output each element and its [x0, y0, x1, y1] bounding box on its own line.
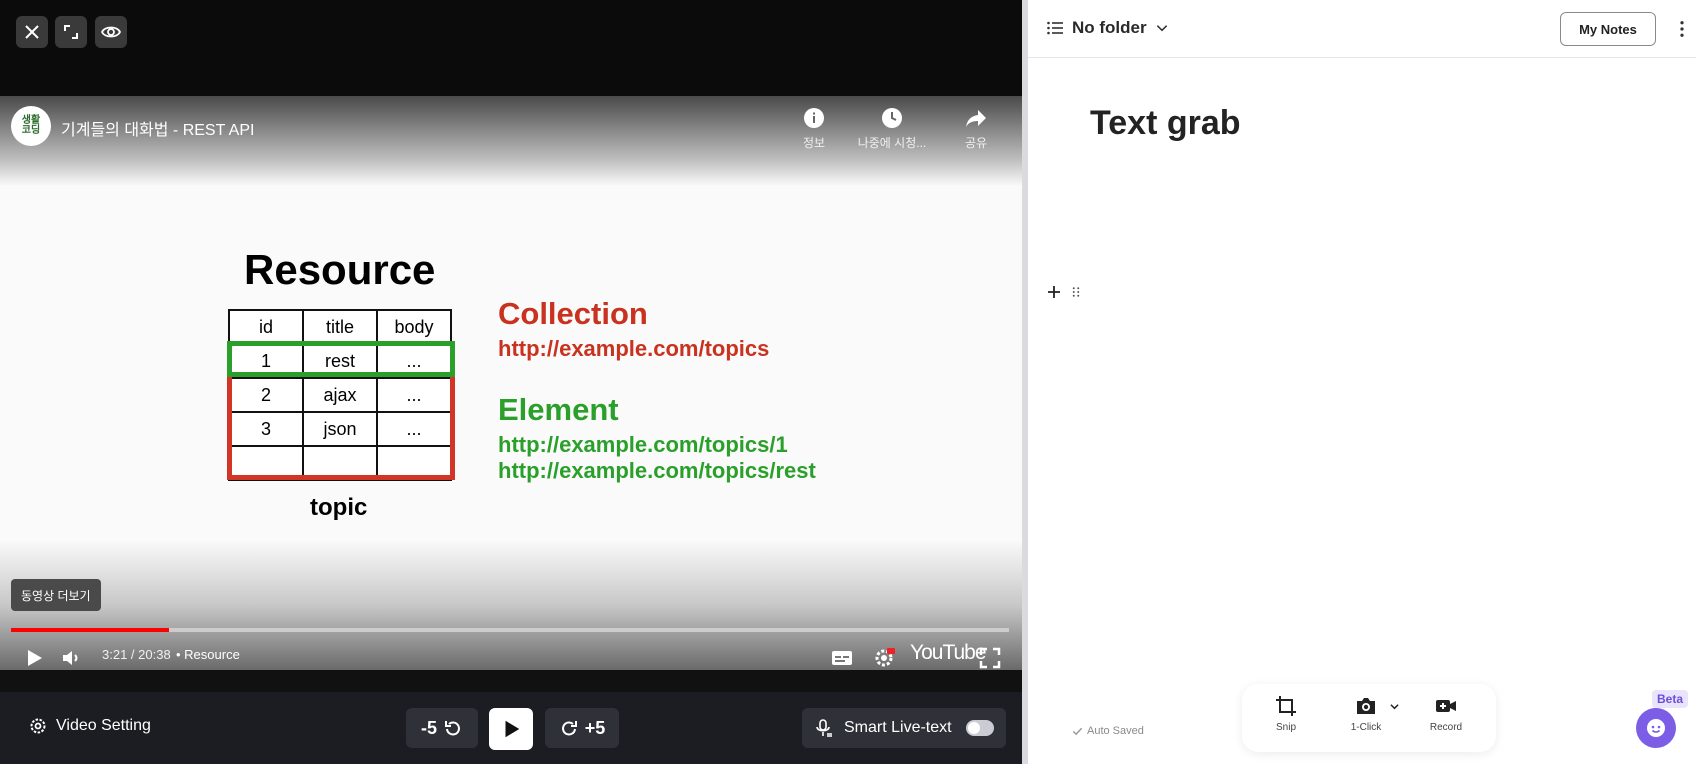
notes-panel: No folder My Notes Text grab Auto Saved … [1028, 0, 1696, 764]
notes-header: No folder My Notes [1028, 0, 1696, 58]
camera-icon [1357, 698, 1375, 714]
smart-live-text-toggle[interactable] [965, 720, 994, 736]
collection-highlight-box [227, 377, 455, 480]
crop-icon [1276, 696, 1296, 716]
collection-title: Collection [498, 296, 648, 331]
smart-live-text-label: Smart Live-text [844, 719, 952, 736]
chevron-down-icon [1156, 25, 1167, 32]
chapter-label[interactable]: • Resource [176, 647, 240, 662]
note-title[interactable]: Text grab [1090, 104, 1241, 143]
kebab-menu-icon [1680, 21, 1684, 37]
video-setting-button[interactable]: Video Setting [28, 716, 151, 736]
skip-back-label: -5 [420, 717, 437, 738]
share-label: 공유 [964, 136, 988, 150]
volume-icon [63, 651, 78, 665]
close-button[interactable] [16, 16, 48, 48]
subtitles-button[interactable] [830, 640, 854, 670]
watch-later-button[interactable]: 나중에 시청... [857, 106, 927, 151]
microphone-icon [816, 719, 832, 737]
capture-toolbar: Snip 1-Click Record [1242, 684, 1496, 752]
settings-button[interactable] [872, 640, 896, 670]
table-header-cell: id [228, 309, 304, 345]
rewind-icon [445, 721, 460, 736]
view-toggle-button[interactable] [95, 16, 127, 48]
my-notes-button[interactable]: My Notes [1560, 12, 1656, 46]
forward-icon [561, 721, 577, 736]
close-icon [25, 25, 39, 39]
progress-bar[interactable] [11, 628, 1009, 632]
share-button[interactable]: 공유 [941, 106, 1011, 151]
snip-label: Snip [1275, 722, 1296, 733]
snip-button[interactable]: Snip [1256, 694, 1316, 733]
gear-icon [875, 648, 895, 667]
info-icon [804, 108, 824, 128]
channel-avatar[interactable]: 생활 코딩 [11, 106, 51, 146]
beta-badge: Beta [1652, 690, 1689, 708]
info-button[interactable]: 정보 [779, 106, 849, 151]
fullscreen-icon [979, 647, 1001, 669]
player-bottombar: Video Setting -5 +5 Smart Live-text [0, 692, 1022, 764]
mute-button[interactable] [60, 640, 84, 670]
element-url-2: http://example.com/topics/rest [498, 458, 816, 483]
info-label: 정보 [802, 136, 826, 150]
app-root: 생활 코딩 기계들의 대화법 - REST API 정보 나중에 시청... 공… [0, 0, 1696, 764]
element-highlight-box [227, 341, 455, 377]
element-title: Element [498, 392, 619, 427]
record-label: Record [1429, 722, 1463, 733]
video-frame[interactable]: 생활 코딩 기계들의 대화법 - REST API 정보 나중에 시청... 공… [0, 96, 1022, 670]
progress-played [11, 628, 169, 632]
plus-icon[interactable] [1046, 284, 1062, 300]
record-button[interactable]: Record [1416, 694, 1476, 733]
one-click-label: 1-Click [1350, 722, 1382, 733]
share-icon [966, 110, 986, 127]
expand-icon [64, 25, 78, 39]
subtitles-icon [832, 651, 852, 665]
smart-live-text-control[interactable]: Smart Live-text [802, 708, 1006, 748]
watch-later-label: 나중에 시청... [857, 136, 927, 150]
drag-handle-icon[interactable] [1070, 285, 1082, 299]
one-click-button[interactable]: 1-Click [1336, 694, 1396, 733]
folder-label: No folder [1072, 18, 1147, 37]
chevron-down-icon [1390, 704, 1399, 710]
chat-assistant-button[interactable] [1636, 708, 1676, 748]
skip-back-button[interactable]: -5 [406, 708, 478, 748]
auto-saved-indicator: Auto Saved [1072, 725, 1144, 737]
player-topbar [0, 0, 1022, 96]
chat-icon [1647, 719, 1665, 737]
eye-icon [101, 26, 121, 38]
block-controls [1046, 284, 1082, 300]
table-header-cell: title [302, 309, 378, 345]
table-header-row: id title body [228, 309, 452, 345]
video-panel: 생활 코딩 기계들의 대화법 - REST API 정보 나중에 시청... 공… [0, 0, 1022, 764]
list-icon [1047, 21, 1063, 35]
check-icon [1072, 727, 1083, 735]
fullscreen-button[interactable] [978, 640, 1002, 670]
play-button[interactable] [22, 640, 46, 670]
video-camera-icon [1436, 700, 1456, 712]
channel-avatar-text: 생활 코딩 [21, 115, 41, 136]
play-icon [28, 650, 42, 666]
slide-heading: Resource [244, 246, 436, 293]
play-icon [505, 720, 520, 738]
skip-forward-button[interactable]: +5 [545, 708, 619, 748]
more-videos-button[interactable]: 동영상 더보기 [11, 579, 101, 611]
main-play-button[interactable] [489, 708, 533, 750]
auto-saved-label: Auto Saved [1087, 725, 1144, 737]
one-click-dropdown[interactable] [1390, 698, 1399, 716]
table-caption: topic [310, 494, 368, 521]
folder-selector[interactable]: No folder [1046, 18, 1169, 38]
expand-button[interactable] [55, 16, 87, 48]
gear-icon [30, 718, 46, 734]
table-header-cell: body [376, 309, 452, 345]
element-url-1: http://example.com/topics/1 [498, 432, 788, 457]
collection-url: http://example.com/topics [498, 336, 770, 361]
skip-forward-label: +5 [584, 717, 606, 738]
more-options-button[interactable] [1676, 18, 1688, 40]
video-setting-label: Video Setting [56, 717, 151, 734]
clock-icon [882, 108, 902, 128]
time-display: 3:21 / 20:38 [102, 647, 171, 662]
video-title[interactable]: 기계들의 대화법 - REST API [61, 116, 254, 140]
youtube-logo[interactable]: YouTube [910, 641, 987, 665]
